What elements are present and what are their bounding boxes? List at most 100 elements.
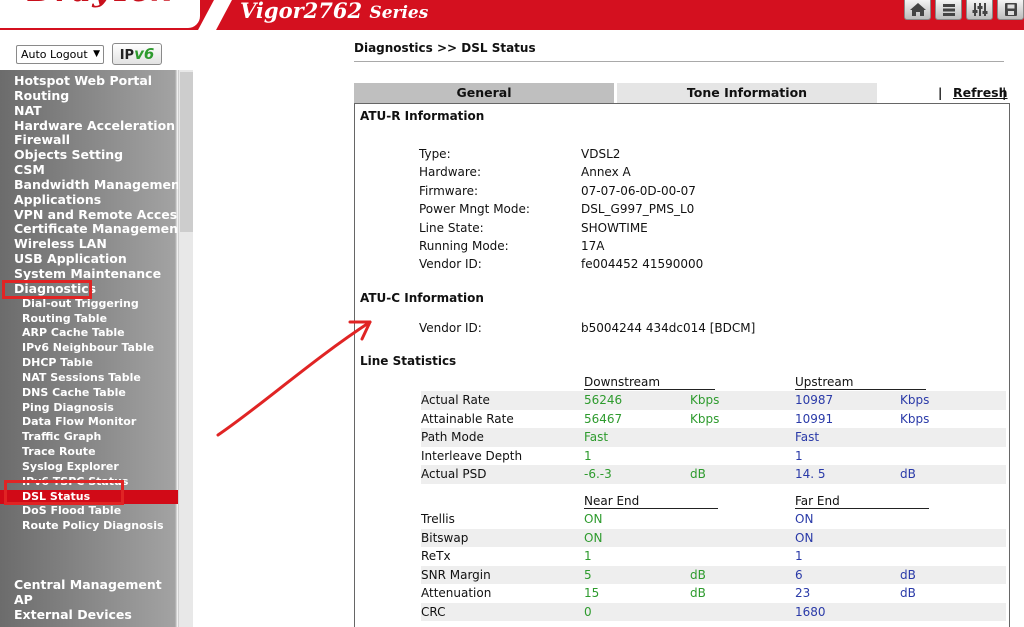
header-toolbar bbox=[904, 0, 1024, 20]
stat-far-value: 1 bbox=[795, 549, 803, 563]
sidebar-item-external-devices[interactable]: External Devices bbox=[0, 607, 178, 623]
atur-key: Running Mode: bbox=[419, 239, 509, 253]
stat-near-value: 5 bbox=[584, 567, 592, 582]
refresh-link[interactable]: Refresh bbox=[953, 83, 1008, 103]
save-button[interactable] bbox=[997, 0, 1024, 20]
brand-logo-text: DrayTek bbox=[28, 0, 172, 9]
stat-label: Bitswap bbox=[421, 530, 469, 545]
stat-up-value: 1 bbox=[795, 448, 803, 463]
col-header-upstream: Upstream bbox=[795, 376, 926, 390]
sidebar-subitem-dos-flood-table[interactable]: DoS Flood Table bbox=[0, 504, 178, 519]
sidebar-scrollbar[interactable] bbox=[178, 70, 193, 627]
atur-key: Line State: bbox=[419, 220, 484, 235]
stat-label: Actual PSD bbox=[421, 467, 487, 481]
stat-far-value: 6 bbox=[795, 567, 803, 582]
sidebar-subitem-traffic-graph[interactable]: Traffic Graph bbox=[0, 430, 178, 445]
stat-far-unit: dB bbox=[900, 586, 916, 600]
sidebar-subitem-dial-out-triggering[interactable]: Dial-out Triggering bbox=[0, 297, 178, 312]
ipv6-label-b: v6 bbox=[134, 45, 155, 63]
atur-value: fe004452 41590000 bbox=[581, 257, 704, 272]
sidebar-subitem-arp-cache-table[interactable]: ARP Cache Table bbox=[0, 326, 178, 341]
sidebar-item-applications[interactable]: Applications bbox=[0, 192, 178, 208]
stat-row-path-mode: Path Mode Fast Fast bbox=[421, 428, 1006, 447]
stat-label: SNR Margin bbox=[421, 567, 491, 582]
atuc-key: Vendor ID: bbox=[419, 321, 482, 335]
sidebar-subitem-trace-route[interactable]: Trace Route bbox=[0, 445, 178, 460]
annotation-highlight-box bbox=[4, 479, 124, 505]
ipv6-button[interactable]: IPv6 bbox=[112, 43, 162, 65]
stat-row-attenuation: Attenuation 15 dB 23 dB bbox=[421, 584, 1006, 603]
sidebar-item-nat[interactable]: NAT bbox=[0, 103, 178, 119]
sidebar-item-csm[interactable]: CSM bbox=[0, 162, 178, 178]
sidebar-item-vpn-remote-access[interactable]: VPN and Remote Access bbox=[0, 207, 178, 223]
stat-row-trellis: Trellis ON ON bbox=[421, 510, 1006, 529]
sidebar-item-objects-setting[interactable]: Objects Setting bbox=[0, 147, 178, 163]
sidebar-item-firewall[interactable]: Firewall bbox=[0, 133, 178, 148]
tab-bar: General Tone Information | Refresh | bbox=[354, 83, 1024, 103]
home-icon bbox=[909, 3, 926, 16]
sidebar-item-diagnostics[interactable]: Diagnostics bbox=[0, 279, 178, 299]
stat-far-value: 1680 bbox=[795, 604, 826, 619]
sidebar-subitem-routing-table[interactable]: Routing Table bbox=[0, 312, 178, 327]
stat-down-value: 56246 bbox=[584, 393, 623, 407]
atur-value: DSL_G997_PMS_L0 bbox=[581, 202, 695, 217]
sidebar-item-central-management[interactable]: Central Management bbox=[0, 577, 178, 593]
sidebar-item-hotspot-web-portal[interactable]: Hotspot Web Portal bbox=[0, 73, 178, 89]
sidebar-spacer bbox=[0, 534, 178, 578]
brand-logo[interactable]: DrayTek bbox=[0, 0, 200, 28]
sidebar-item-certificate-management[interactable]: Certificate Management bbox=[0, 222, 178, 237]
stat-row-bitswap: Bitswap ON ON bbox=[421, 528, 1006, 547]
tab-general[interactable]: General bbox=[354, 83, 614, 103]
atur-value: VDSL2 bbox=[581, 147, 621, 161]
atuc-section-title: ATU-C Information bbox=[360, 291, 484, 305]
router-web-ui: DrayTek Vigor2762 Series Auto Logout bbox=[0, 0, 1024, 627]
tab-tone-information[interactable]: Tone Information bbox=[617, 83, 877, 103]
stat-up-value: Fast bbox=[795, 430, 820, 444]
sidebar-item-wireless-lan[interactable]: Wireless LAN bbox=[0, 236, 178, 252]
stat-down-unit: Kbps bbox=[690, 393, 720, 407]
sidebar-subitem-ping-diagnosis[interactable]: Ping Diagnosis bbox=[0, 401, 178, 416]
sidebar-subitem-dns-cache-table[interactable]: DNS Cache Table bbox=[0, 386, 178, 401]
atur-key: Type: bbox=[419, 147, 451, 161]
stat-label: Interleave Depth bbox=[421, 448, 523, 463]
model-series: Series bbox=[369, 3, 429, 23]
atur-value: SHOWTIME bbox=[581, 220, 648, 235]
quick-menu-button[interactable] bbox=[935, 0, 962, 20]
sidebar-subitem-nat-sessions-table[interactable]: NAT Sessions Table bbox=[0, 371, 178, 386]
sidebar-subitem-dsl-status[interactable]: DSL Status bbox=[0, 479, 178, 505]
sidebar-scrollbar-thumb[interactable] bbox=[180, 72, 193, 232]
sidebar-subitem-dhcp-table[interactable]: DHCP Table bbox=[0, 356, 178, 371]
stat-label: Actual Rate bbox=[421, 393, 490, 407]
stat-row-actual-rate: Actual Rate 56246 Kbps 10987 Kbps bbox=[421, 391, 1006, 410]
sidebar-subitem-route-policy-diagnosis[interactable]: Route Policy Diagnosis bbox=[0, 519, 178, 534]
atur-key: Firmware: bbox=[419, 183, 479, 198]
stat-near-value: 15 bbox=[584, 586, 600, 600]
breadcrumb-divider bbox=[354, 61, 1004, 62]
save-icon bbox=[1004, 3, 1017, 16]
dsl-status-panel: ATU-R Information Type: VDSL2 Hardware: … bbox=[354, 103, 1010, 627]
sidebar-item-bandwidth-management[interactable]: Bandwidth Management bbox=[0, 177, 178, 193]
sidebar-item-routing[interactable]: Routing bbox=[0, 88, 178, 104]
sidebar-item-hardware-acceleration[interactable]: Hardware Acceleration bbox=[0, 118, 178, 134]
settings-button[interactable] bbox=[966, 0, 993, 20]
model-title: Vigor2762 Series bbox=[240, 0, 428, 23]
stat-near-unit: dB bbox=[690, 567, 706, 582]
sidebar-item-ap[interactable]: AP bbox=[0, 592, 178, 608]
col-header-near-end: Near End bbox=[584, 495, 718, 509]
sidebar-menu-list: Hotspot Web Portal Routing NAT Hardware … bbox=[0, 73, 178, 623]
home-button[interactable] bbox=[904, 0, 931, 20]
sidebar-subitem-ipv6-neighbour-table[interactable]: IPv6 Neighbour Table bbox=[0, 341, 178, 356]
stat-label: ReTx bbox=[421, 549, 451, 563]
stat-row-attainable-rate: Attainable Rate 56467 Kbps 10991 Kbps bbox=[421, 410, 1006, 429]
stat-up-unit: Kbps bbox=[900, 411, 930, 426]
sidebar-item-usb-application[interactable]: USB Application bbox=[0, 251, 178, 267]
auto-logout-select[interactable]: Auto Logout ▼ bbox=[16, 45, 104, 64]
sidebar-subitem-data-flow-monitor[interactable]: Data Flow Monitor bbox=[0, 415, 178, 430]
stat-label: CRC bbox=[421, 604, 446, 619]
col-header-downstream: Downstream bbox=[584, 376, 715, 390]
stat-label: Path Mode bbox=[421, 430, 484, 444]
stat-near-value: ON bbox=[584, 512, 603, 526]
sidebar-subitem-syslog-explorer[interactable]: Syslog Explorer bbox=[0, 460, 178, 475]
model-name: Vigor2762 bbox=[240, 0, 363, 23]
stat-up-unit: dB bbox=[900, 467, 916, 481]
